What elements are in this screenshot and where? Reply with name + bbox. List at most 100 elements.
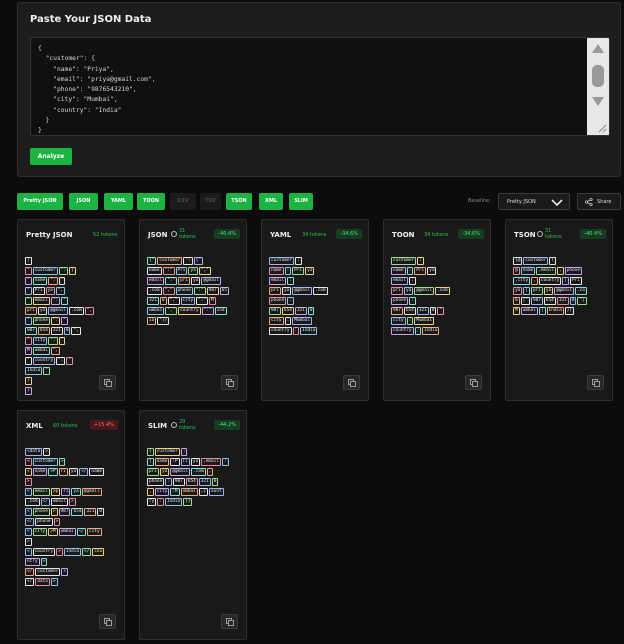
token-chip: " [58,277,66,285]
format-toggle-toon[interactable]: TOON [137,193,165,210]
format-toggle-json[interactable]: JSON [69,193,98,210]
token-chip: pri [391,287,403,295]
token-chip: > [56,548,63,556]
token-chip: </ [82,548,92,556]
token-chip: ya [191,277,201,285]
copy-button[interactable] [587,375,604,390]
token-chip: @gmail [201,277,222,285]
scroll-up-arrow-icon[interactable] [592,44,604,53]
token-chip: ia [147,317,157,325]
token-line: customer: [269,256,363,266]
token-chip: India [300,327,318,335]
token-chip: 654 [71,508,84,516]
token-chip: " [61,297,68,305]
token-chip: ya [159,468,170,476]
chevron-down-icon [551,199,563,207]
token-chip: : [222,458,229,466]
format-toggle-yaml[interactable]: YAML [104,193,133,210]
copy-button[interactable] [465,375,482,390]
token-chip: customer [32,267,58,275]
token-chip: {@ [513,257,523,265]
token-line: m |" 987 654 321 0 "| [513,296,607,306]
resize-handle-icon[interactable] [597,123,607,133]
token-chip: {" [193,257,204,265]
token-chip: name [269,267,284,275]
token-chip: Mumbai [292,317,313,325]
token-line: > [25,537,119,547]
token-line: ia "}} [147,316,241,326]
json-editor[interactable]: { "customer": { "name": "Priya", "email"… [30,37,610,136]
token-line: 987 654 321 0 ", [25,326,119,336]
token-chip: , [531,277,538,285]
token-chip: @gmail [48,307,69,315]
token-line: </phone > [25,517,119,527]
token-count: 31 tokens [179,228,196,240]
token-chip: < [25,508,32,516]
editor-scrollbar[interactable] [587,38,609,135]
token-chip: 0 [63,327,71,335]
token-chip: ":" [201,307,214,315]
token-line: phone: [391,296,485,306]
token-chip: @gmail [554,287,575,295]
format-toggle-tsv[interactable]: TSV [200,193,221,210]
token-chip: ri [180,458,190,466]
format-card-tson: TSON 31 tokens -40.4% {@ customer(@ name ,email… [505,219,613,401]
token-chip: ya [281,287,292,295]
copy-button[interactable] [343,375,360,390]
share-button[interactable]: Share [577,193,621,210]
copy-button[interactable] [221,614,238,629]
token-chip: " [437,307,445,315]
json-editor-text[interactable]: { "customer": { "name": "Priya", "email"… [31,38,609,135]
token-chip: 654 [185,478,198,486]
token-chip: ( [549,257,557,265]
token-chip: < [25,548,32,556]
token-chip: India [25,367,43,375]
token-line: country: India [269,326,363,336]
format-toggle-pretty-json[interactable]: Pretty JSON [17,193,63,210]
scroll-down-arrow-icon[interactable] [592,97,604,106]
token-chip: m [513,297,520,305]
token-chip: Pri [414,267,427,275]
token-chip: " [61,317,68,325]
token-count: 34 tokens [302,232,327,238]
token-line: Mumbai | India}) [513,306,607,316]
token-chip: ya [190,458,201,466]
analyze-button[interactable]: Analyze [30,148,72,165]
token-chip: 321 [416,307,429,315]
token-chip: ri [58,468,68,476]
token-chip: India [63,548,82,556]
format-card-toon: TOON 34 tokens -34.6% customer: name: Pri ya em… [383,219,491,401]
token-chip: ", [55,287,66,295]
token-chip: : [284,317,292,325]
token-chip: ,city [513,277,531,285]
token-chip: 321 [556,297,569,305]
input-title: Paste Your JSON Data [30,14,152,25]
token-chip: >p [50,488,61,496]
token-chip: " [25,317,32,325]
baseline-select[interactable]: Pretty JSON [498,193,570,210]
token-chip: data [35,578,50,586]
format-toggle-slim[interactable]: SLIM [289,193,313,210]
copy-button[interactable] [221,375,238,390]
token-chip: ": [48,277,58,285]
token-chip: { [147,458,154,466]
token-line: name ":" Pri ya "," [147,266,241,276]
token-chip: { [69,267,76,275]
token-chip: "," [167,297,180,305]
share-label: Share [597,199,612,205]
token-chip: < [25,468,32,476]
token-chip: " [25,297,32,305]
format-toggle-xml[interactable]: XML [259,193,283,210]
token-chip: <data [25,448,43,456]
token-chip: | [538,307,546,315]
format-toggle-tson[interactable]: TSON [226,193,252,210]
token-chip: email [32,488,50,496]
token-chip: 987 [172,478,185,486]
copy-button[interactable] [99,614,116,629]
token-chip: : [406,317,414,325]
token-line: " phone ": " [25,316,119,326]
copy-button[interactable] [99,375,116,390]
format-card-yaml: YAML 34 tokens -34.6% customer: name: Pri ya em… [261,219,369,401]
format-toggle-csv[interactable]: CSV [170,193,196,210]
scrollbar-thumb[interactable] [592,65,604,87]
